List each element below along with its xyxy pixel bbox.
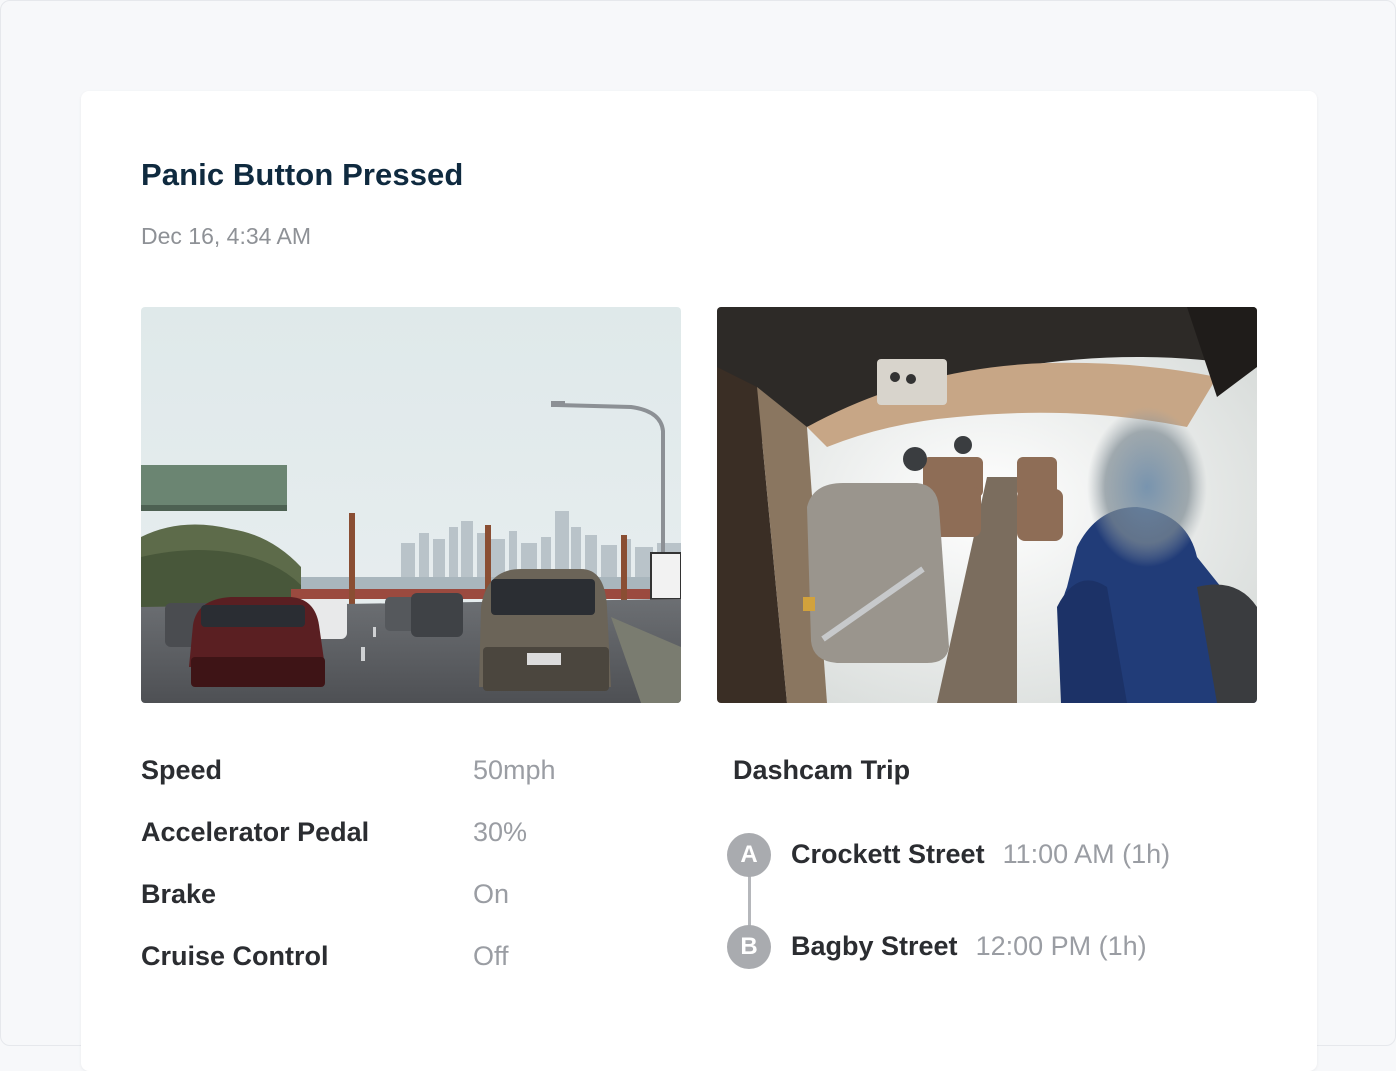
road-scene-illustration <box>141 307 681 703</box>
stat-label: Brake <box>141 879 217 909</box>
stat-row-speed: Speed 50mph <box>141 751 661 813</box>
stop-name: Crockett Street 11:00 AM (1h) <box>791 839 1170 870</box>
stat-value: On <box>473 879 510 909</box>
event-timestamp: Dec 16, 4:34 AM <box>141 223 312 249</box>
cabin-camera-image[interactable] <box>717 307 1257 703</box>
page-frame: Panic Button Pressed Dec 16, 4:34 AM Spe… <box>0 0 1396 1071</box>
trip-title: Dashcam Trip <box>733 755 911 785</box>
trip-stop-a[interactable]: A Crockett Street 11:00 AM (1h) <box>727 833 1287 877</box>
stop-time: 12:00 PM (1h) <box>975 931 1147 961</box>
stop-name-text: Bagby Street <box>791 931 958 961</box>
stat-value: Off <box>473 941 509 971</box>
event-title: Panic Button Pressed <box>141 157 464 192</box>
stat-value: 50mph <box>473 755 556 785</box>
stop-name-text: Crockett Street <box>791 839 985 869</box>
stat-row-cruise-control: Cruise Control Off <box>141 937 661 999</box>
event-card: Panic Button Pressed Dec 16, 4:34 AM Spe… <box>81 91 1317 1071</box>
stat-row-accelerator: Accelerator Pedal 30% <box>141 813 661 875</box>
stat-row-brake: Brake On <box>141 875 661 937</box>
stop-time: 11:00 AM (1h) <box>1002 839 1171 869</box>
stop-name: Bagby Street 12:00 PM (1h) <box>791 931 1147 962</box>
stat-value: 30% <box>473 817 528 847</box>
cabin-scene-illustration <box>717 307 1257 703</box>
road-camera-image[interactable] <box>141 307 681 703</box>
trip-stop-b[interactable]: B Bagby Street 12:00 PM (1h) <box>727 925 1287 969</box>
stop-marker-b: B <box>727 925 771 969</box>
stat-label: Accelerator Pedal <box>141 817 370 847</box>
stop-marker-a: A <box>727 833 771 877</box>
telemetry-stats: Speed 50mph Accelerator Pedal 30% Brake … <box>141 751 661 999</box>
stat-label: Cruise Control <box>141 941 329 971</box>
stat-label: Speed <box>141 755 223 785</box>
